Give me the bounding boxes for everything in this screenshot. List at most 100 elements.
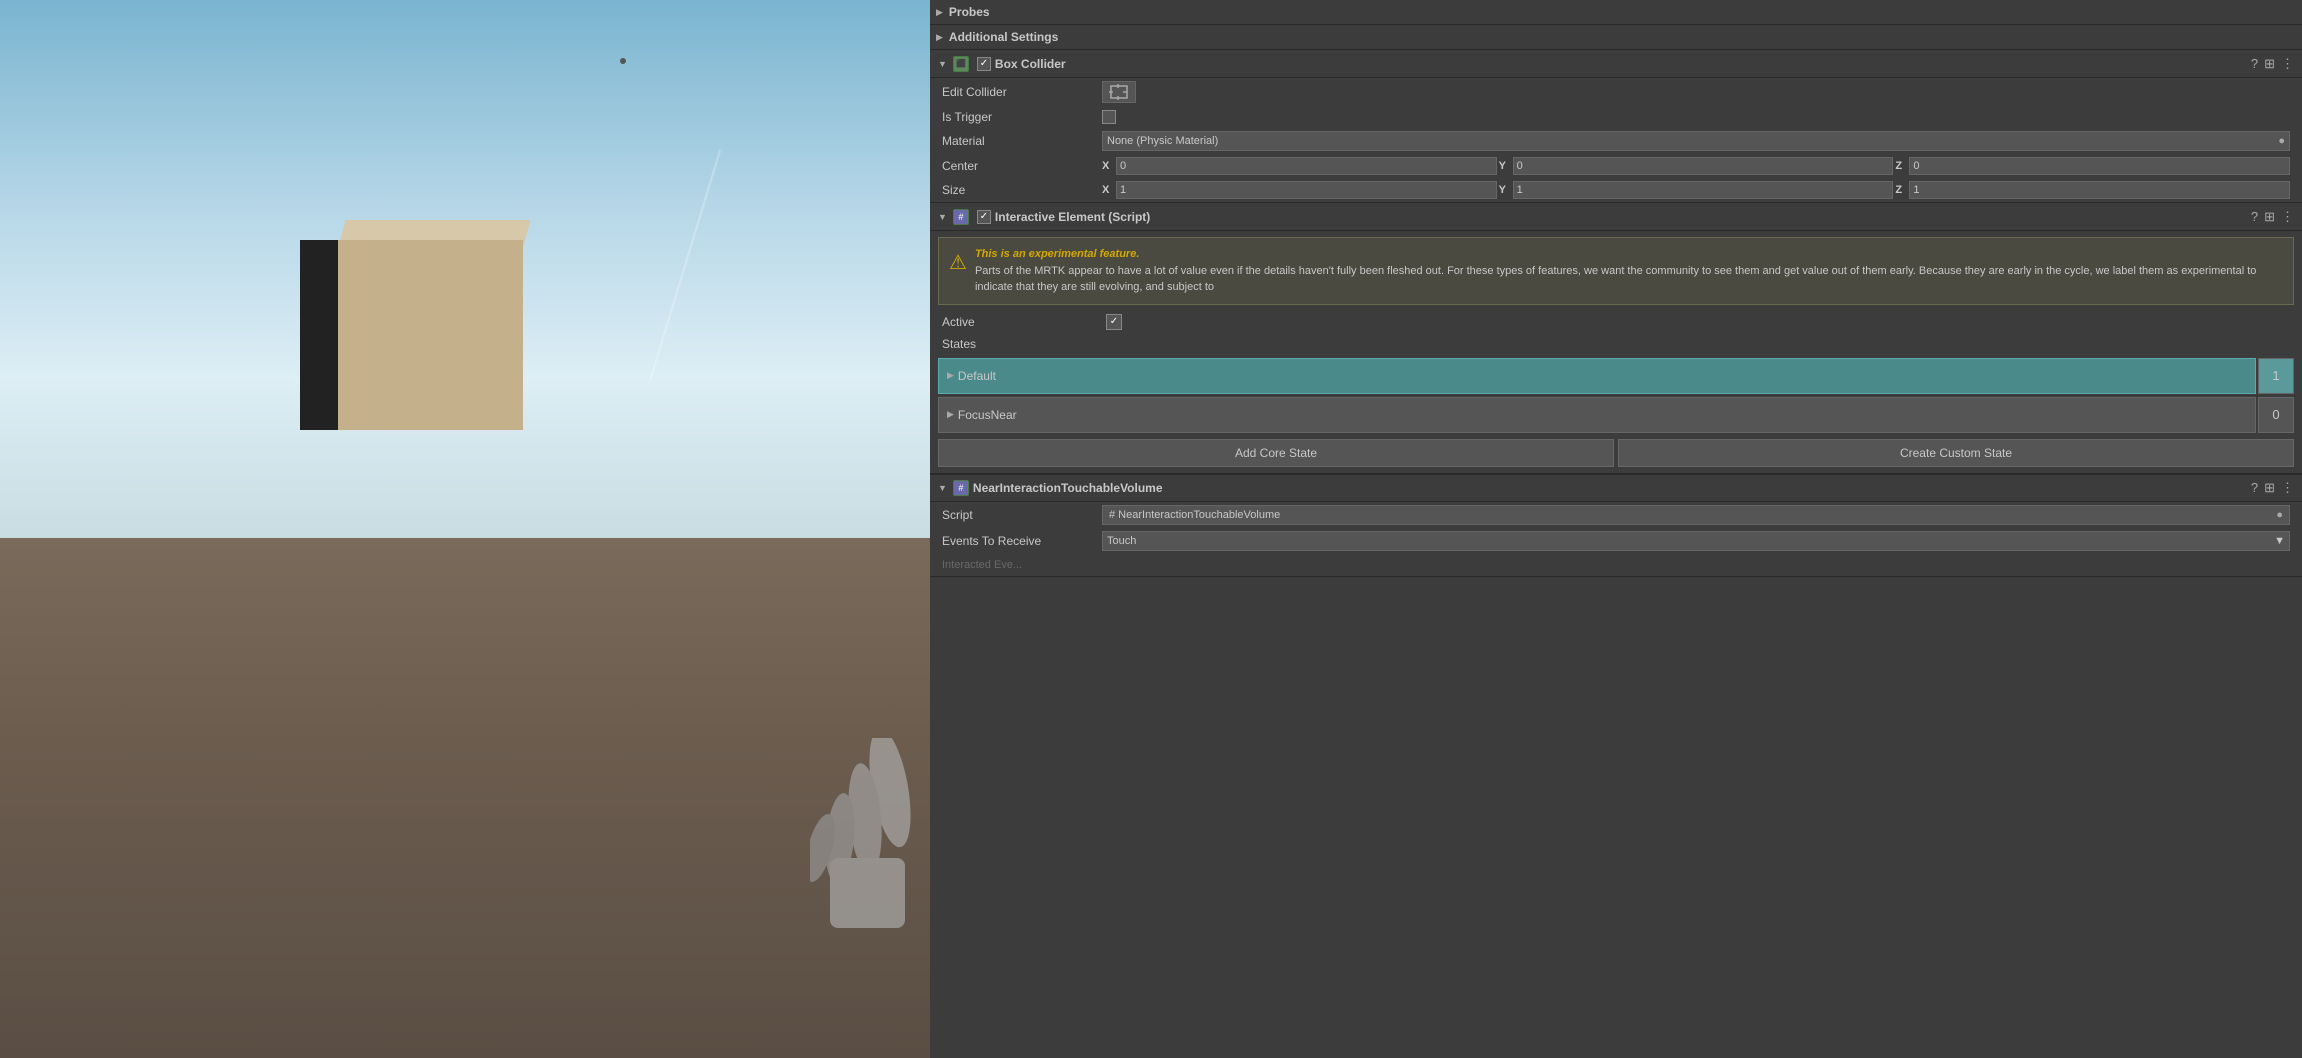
focusnear-state-row: ▶ FocusNear 0 (938, 397, 2294, 433)
box-collider-layers-icon[interactable]: ⊞ (2264, 56, 2275, 72)
default-state-row: ▶ Default 1 (938, 358, 2294, 394)
near-interaction-section: ▼ # NearInteractionTouchableVolume ? ⊞ ⋮… (930, 474, 2302, 577)
interactive-element-header[interactable]: ▼ # ✓ Interactive Element (Script) ? ⊞ ⋮ (930, 203, 2302, 231)
is-trigger-value (1102, 110, 2290, 124)
material-dropdown-text: None (Physic Material) (1107, 135, 1218, 147)
edit-collider-value (1102, 81, 2290, 103)
create-custom-state-button[interactable]: Create Custom State (1618, 439, 2294, 467)
box-collider-arrow-icon: ▼ (938, 59, 947, 69)
center-x-field: X (1102, 157, 1497, 175)
size-value: X Y Z (1102, 181, 2290, 199)
interactive-enable-checkbox[interactable]: ✓ (977, 210, 991, 224)
default-state-arrow-icon: ▶ (947, 370, 954, 381)
ground-plane (0, 538, 930, 1058)
script-circle-icon: ● (2276, 509, 2283, 521)
box-collider-title: Box Collider (995, 57, 2251, 71)
probes-arrow-icon: ▶ (936, 7, 943, 18)
probes-section: ▶ Probes (930, 0, 2302, 25)
script-row: Script # NearInteractionTouchableVolume … (930, 502, 2302, 528)
size-x-input[interactable] (1116, 181, 1497, 199)
warning-triangle-icon: ⚠ (949, 248, 967, 296)
is-trigger-label: Is Trigger (942, 110, 1102, 124)
size-y-field: Y (1499, 181, 1894, 199)
box-collider-header-icons: ? ⊞ ⋮ (2251, 56, 2294, 72)
box-collider-enable-checkbox[interactable]: ✓ (977, 57, 991, 71)
box-collider-help-icon[interactable]: ? (2251, 56, 2258, 71)
center-z-label: Z (1895, 160, 1907, 172)
center-z-input[interactable] (1909, 157, 2290, 175)
center-x-input[interactable] (1116, 157, 1497, 175)
focusnear-state-arrow-icon: ▶ (947, 409, 954, 420)
near-interaction-title: NearInteractionTouchableVolume (973, 481, 2251, 495)
additional-settings-title: Additional Settings (949, 30, 2296, 44)
interactive-help-icon[interactable]: ? (2251, 209, 2258, 224)
default-state-area[interactable]: ▶ Default (938, 358, 2256, 394)
events-dropdown-arrow-icon: ▼ (2274, 535, 2285, 547)
size-y-label: Y (1499, 184, 1511, 196)
events-dropdown-text: Touch (1107, 535, 1136, 547)
hand-cursor (810, 738, 930, 938)
center-x-label: X (1102, 160, 1114, 172)
is-trigger-checkbox[interactable] (1102, 110, 1116, 124)
add-core-state-button[interactable]: Add Core State (938, 439, 1614, 467)
center-y-input[interactable] (1513, 157, 1894, 175)
size-z-label: Z (1895, 184, 1907, 196)
edit-collider-row: Edit Collider (930, 78, 2302, 106)
near-interaction-header-icons: ? ⊞ ⋮ (2251, 480, 2294, 496)
interactive-hash-icon: # (953, 209, 969, 225)
size-z-input[interactable] (1909, 181, 2290, 199)
warning-text-area: This is an experimental feature. Parts o… (975, 246, 2283, 296)
center-xyz-group: X Y Z (1102, 157, 2290, 175)
active-checkbox[interactable]: ✓ (1106, 314, 1122, 330)
material-row: Material None (Physic Material) ● (930, 128, 2302, 154)
size-x-field: X (1102, 181, 1497, 199)
additional-settings-header[interactable]: ▶ Additional Settings (930, 25, 2302, 49)
probes-header[interactable]: ▶ Probes (930, 0, 2302, 24)
interactive-element-title: Interactive Element (Script) (995, 210, 2251, 224)
edit-collider-button[interactable] (1102, 81, 1136, 103)
center-y-label: Y (1499, 160, 1511, 172)
interactive-menu-icon[interactable]: ⋮ (2281, 209, 2294, 225)
probes-title: Probes (949, 5, 2296, 19)
box-collider-header[interactable]: ▼ ⬛ ✓ Box Collider ? ⊞ ⋮ (930, 50, 2302, 78)
additional-settings-arrow-icon: ▶ (936, 32, 943, 43)
size-row: Size X Y Z (930, 178, 2302, 202)
warning-title: This is an experimental feature. (975, 246, 2283, 263)
focusnear-state-area[interactable]: ▶ FocusNear (938, 397, 2256, 433)
near-interaction-arrow-icon: ▼ (938, 483, 947, 493)
inspector-panel: ▶ Probes ▶ Additional Settings ▼ ⬛ ✓ Box… (930, 0, 2302, 1058)
events-value-field: Touch ▼ (1102, 531, 2290, 551)
experimental-warning-box: ⚠ This is an experimental feature. Parts… (938, 237, 2294, 305)
interactive-layers-icon[interactable]: ⊞ (2264, 209, 2275, 225)
cube-front-face (338, 240, 523, 430)
near-interaction-header[interactable]: ▼ # NearInteractionTouchableVolume ? ⊞ ⋮ (930, 474, 2302, 502)
interactive-header-icons: ? ⊞ ⋮ (2251, 209, 2294, 225)
material-dropdown[interactable]: None (Physic Material) ● (1102, 131, 2290, 151)
warning-body: Parts of the MRTK appear to have a lot o… (975, 263, 2283, 296)
size-y-input[interactable] (1513, 181, 1894, 199)
box-collider-menu-icon[interactable]: ⋮ (2281, 56, 2294, 72)
scene-viewport[interactable] (0, 0, 930, 1058)
near-interaction-layers-icon[interactable]: ⊞ (2264, 480, 2275, 496)
script-value: # NearInteractionTouchableVolume ● (1102, 505, 2290, 525)
script-value-text: # NearInteractionTouchableVolume (1109, 509, 1280, 521)
events-row: Events To Receive Touch ▼ (930, 528, 2302, 554)
near-interaction-menu-icon[interactable]: ⋮ (2281, 480, 2294, 496)
events-dropdown[interactable]: Touch ▼ (1102, 531, 2290, 551)
active-row: Active ✓ (930, 311, 2302, 333)
focusnear-state-count: 0 (2258, 397, 2294, 433)
interacted-label: Interacted Eve... (942, 559, 1102, 571)
events-label: Events To Receive (942, 534, 1102, 548)
script-object-field[interactable]: # NearInteractionTouchableVolume ● (1102, 505, 2290, 525)
size-x-label: X (1102, 184, 1114, 196)
is-trigger-row: Is Trigger (930, 106, 2302, 128)
center-row: Center X Y Z (930, 154, 2302, 178)
center-z-field: Z (1895, 157, 2290, 175)
additional-settings-section: ▶ Additional Settings (930, 25, 2302, 50)
near-interaction-hash-icon: # (953, 480, 969, 496)
edit-collider-label: Edit Collider (942, 85, 1102, 99)
material-label: Material (942, 134, 1102, 148)
material-dropdown-circle-icon: ● (2278, 135, 2285, 147)
near-interaction-help-icon[interactable]: ? (2251, 480, 2258, 495)
script-label: Script (942, 508, 1102, 522)
